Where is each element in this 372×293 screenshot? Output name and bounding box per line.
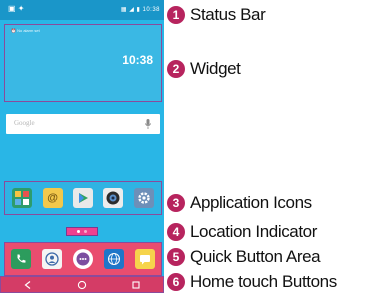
search-placeholder: Google: [14, 119, 35, 127]
callout-status-bar: 1 Status Bar: [167, 4, 266, 26]
people-icon[interactable]: [12, 188, 33, 208]
callout-home-touch-buttons: 6 Home touch Buttons: [167, 271, 337, 293]
phone-icon[interactable]: [10, 249, 31, 269]
microphone-icon[interactable]: [144, 118, 152, 130]
application-icons-row: @: [4, 181, 162, 215]
back-icon: [24, 280, 31, 289]
status-time: 10:38: [142, 7, 160, 13]
callout-number-badge: 3: [167, 194, 185, 212]
callout-label: Status Bar: [190, 5, 266, 24]
callout-widget: 2 Widget: [167, 58, 241, 80]
contacts-icon[interactable]: [41, 249, 62, 269]
home-touch-buttons: [0, 276, 164, 293]
page-dot: [84, 230, 87, 233]
callout-number-badge: 6: [167, 273, 185, 291]
camera-icon[interactable]: [103, 188, 124, 208]
widget-time: 10:38: [122, 53, 153, 67]
callout-number-badge: 1: [167, 6, 185, 24]
callout-application-icons: 3 Application Icons: [167, 192, 312, 214]
callout-label: Quick Button Area: [190, 247, 321, 266]
play-store-icon[interactable]: [72, 188, 93, 208]
status-bar[interactable]: ▣ ✦ ▦ ◢ ▮ 10:38: [0, 0, 164, 20]
recent-apps-icon: [132, 280, 140, 289]
page-dot-active: [77, 230, 80, 233]
browser-icon[interactable]: [104, 249, 125, 269]
messaging-icon[interactable]: [135, 249, 156, 269]
email-icon[interactable]: @: [42, 188, 63, 208]
page-location-indicator[interactable]: [66, 227, 98, 236]
settings-icon[interactable]: [133, 188, 154, 208]
phone-screen: ▣ ✦ ▦ ◢ ▮ 10:38 ⏰ No alarm set 10:38 Goo…: [0, 0, 164, 293]
back-button[interactable]: [21, 279, 35, 291]
callout-location-indicator: 4 Location Indicator: [167, 221, 317, 243]
home-button[interactable]: [75, 279, 89, 291]
widget-alarm-text: ⏰ No alarm set: [11, 28, 40, 33]
callout-quick-button-area: 5 Quick Button Area: [167, 246, 321, 268]
callout-number-badge: 5: [167, 248, 185, 266]
callout-label: Application Icons: [190, 193, 312, 212]
recent-apps-button[interactable]: [129, 279, 143, 291]
home-icon: [77, 280, 87, 289]
callout-label: Location Indicator: [190, 222, 317, 241]
status-indicators: ▦ ◢ ▮ 10:38: [121, 6, 160, 13]
google-search-bar[interactable]: Google: [6, 114, 160, 134]
quick-button-area: [4, 242, 162, 276]
callout-number-badge: 4: [167, 223, 185, 241]
notification-icons: ▣ ✦: [8, 4, 25, 13]
callout-number-badge: 2: [167, 60, 185, 78]
callout-label: Home touch Buttons: [190, 272, 337, 291]
signal-battery-icons: ▦ ◢ ▮: [120, 7, 141, 13]
callout-label: Widget: [190, 59, 241, 78]
apps-icon[interactable]: [72, 249, 93, 269]
clock-widget[interactable]: ⏰ No alarm set 10:38: [4, 24, 162, 102]
